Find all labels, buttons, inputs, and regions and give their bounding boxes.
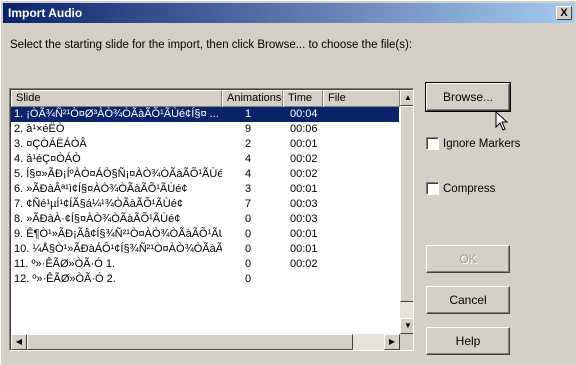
file-cell (323, 107, 399, 122)
time-cell: 00:02 (290, 258, 318, 270)
compress-label: Compress (443, 182, 496, 195)
table-row[interactable]: 5. Í§¤»ÃÐ¡ÍºÀÒ¤ÁÒ§Ñ¡¤ÀÒ¾ÒÃàÃÕ¹ÃÙé¢ 4 00:02 (11, 167, 399, 182)
animations-cell: 1 (245, 108, 252, 120)
vertical-scrollbar[interactable]: ▲ ▼ (400, 90, 413, 334)
time-cell: 00:03 (290, 213, 318, 225)
table-row[interactable]: 2. à¹×éËÒ 9 00:06 (11, 122, 399, 137)
vertical-scroll-thumb[interactable] (400, 106, 413, 302)
scroll-left-arrow-icon[interactable]: ◀ (11, 334, 27, 350)
column-header-slide[interactable]: Slide (11, 90, 222, 107)
file-cell (323, 122, 399, 137)
time-cell: 00:01 (290, 138, 318, 150)
slide-cell: 7. ¢Ñé¹µÍ¹¢ÍÃ§á¼¹¾ÒÃàÃÕ¹ÃÙé¢ (14, 198, 183, 210)
import-audio-dialog: Import Audio X Select the starting slide… (0, 0, 576, 365)
close-button[interactable]: X (556, 6, 572, 20)
table-row[interactable]: 8. »ÃÐàÀ·¢Í§¤ÀÒ¾ÒÃàÃÕ¹ÃÙé¢ 0 00:03 (11, 212, 399, 227)
table-row[interactable]: 10. ¼Å§Ò¹»ÃÐàÁÔ¹¢Í§¾Ñ²¹Ò¤ÀÒ¾ÒÃàÃÕ ... 0 00… (11, 242, 399, 257)
animations-cell: 0 (245, 228, 252, 240)
scroll-corner (400, 334, 413, 350)
time-cell: 00:06 (290, 123, 318, 135)
instructions-text: Select the starting slide for the import… (10, 39, 413, 51)
ignore-markers-label: Ignore Markers (443, 137, 521, 150)
cancel-button[interactable]: Cancel (426, 286, 510, 314)
file-cell (323, 137, 399, 152)
animations-cell: 3 (245, 183, 252, 195)
compress-option[interactable]: Compress (426, 182, 495, 195)
slide-list[interactable]: Slide Animations Time File 1. ¡ÒÃ¾Ñ²¹Ò¤Ø… (9, 88, 414, 351)
table-row[interactable]: 11. º»·ÊÃØ»ÒÃ·Ó 1. 0 00:02 (11, 257, 399, 272)
slide-cell: 10. ¼Å§Ò¹»ÃÐàÁÔ¹¢Í§¾Ñ²¹Ò¤ÀÒ¾ÒÃàÃÕ ... (14, 243, 222, 255)
ok-button[interactable]: OK (426, 245, 510, 273)
file-cell (323, 227, 399, 242)
browse-button[interactable]: Browse... (425, 82, 511, 112)
slide-cell: 9. Ê¶Ò¹»ÃÐ¡Ãå¢Í§¾Ñ²¹Ò¤ÀÒ¾ÒÃàÃÕ¹ÃÙé ... (14, 228, 222, 240)
time-cell: 00:02 (290, 153, 318, 165)
table-row[interactable]: 9. Ê¶Ò¹»ÃÐ¡Ãå¢Í§¾Ñ²¹Ò¤ÀÒ¾ÒÃàÃÕ¹ÃÙé ... 0 0… (11, 227, 399, 242)
table-row[interactable]: 12. º»·ÊÃØ»ÒÃ·Ó 2. 0 (11, 272, 399, 287)
ignore-markers-option[interactable]: Ignore Markers (426, 137, 520, 150)
file-cell (323, 152, 399, 167)
horizontal-scroll-thumb[interactable] (27, 334, 353, 350)
animations-cell: 4 (245, 153, 252, 165)
table-row[interactable]: 7. ¢Ñé¹µÍ¹¢ÍÃ§á¼¹¾ÒÃàÃÕ¹ÃÙé¢ 7 00:03 (11, 197, 399, 212)
file-cell (323, 182, 399, 197)
file-cell (323, 257, 399, 272)
time-cell (283, 272, 323, 287)
title-bar: Import Audio X (3, 3, 574, 23)
list-header: Slide Animations Time File (11, 90, 400, 107)
table-row[interactable]: 1. ¡ÒÃ¾Ñ²¹Ò¤Ø³ÀÒ¾ÒÃàÃÕ¹ÃÙé¢Í§¤ ... 1 00:04 (11, 107, 399, 122)
table-row[interactable]: 4. á¹éÇ¤ÒÁÒ 4 00:02 (11, 152, 399, 167)
table-row[interactable]: 3. ¤ÇÒÁËÁÒÂ 2 00:01 (11, 137, 399, 152)
animations-cell: 0 (245, 213, 252, 225)
scroll-right-arrow-icon[interactable]: ▶ (384, 334, 400, 350)
animations-cell: 0 (245, 258, 252, 270)
compress-checkbox[interactable] (426, 182, 439, 195)
slide-cell: 12. º»·ÊÃØ»ÒÃ·Ó 2. (14, 273, 116, 285)
file-cell (323, 167, 399, 182)
list-rows: 1. ¡ÒÃ¾Ñ²¹Ò¤Ø³ÀÒ¾ÒÃàÃÕ¹ÃÙé¢Í§¤ ... 1 00:04… (11, 107, 399, 334)
animations-cell: 2 (245, 138, 252, 150)
file-cell (323, 212, 399, 227)
slide-cell: 1. ¡ÒÃ¾Ñ²¹Ò¤Ø³ÀÒ¾ÒÃàÃÕ¹ÃÙé¢Í§¤ ... (14, 108, 219, 120)
slide-cell: 11. º»·ÊÃØ»ÒÃ·Ó 1. (14, 258, 116, 270)
time-cell: 00:01 (290, 243, 318, 255)
time-cell: 00:02 (290, 168, 318, 180)
slide-cell: 6. »ÃÐàÂª¹ì¢Í§¤ÀÒ¾ÒÃàÃÕ¹ÃÙé¢ (14, 183, 188, 195)
mouse-pointer-icon (495, 111, 509, 131)
table-row[interactable]: 6. »ÃÐàÂª¹ì¢Í§¤ÀÒ¾ÒÃàÃÕ¹ÃÙé¢ 3 00:01 (11, 182, 399, 197)
ignore-markers-checkbox[interactable] (426, 137, 439, 150)
file-cell (323, 272, 399, 287)
column-header-animations[interactable]: Animations (222, 90, 283, 107)
animations-cell: 0 (245, 243, 252, 255)
file-cell (323, 197, 399, 212)
animations-cell: 7 (245, 198, 252, 210)
animations-cell: 9 (245, 123, 252, 135)
column-header-file[interactable]: File (323, 90, 400, 107)
slide-cell: 2. à¹×éËÒ (14, 123, 65, 135)
scroll-down-arrow-icon[interactable]: ▼ (400, 318, 413, 334)
time-cell: 00:04 (290, 108, 318, 120)
slide-cell: 8. »ÃÐàÀ·¢Í§¤ÀÒ¾ÒÃàÃÕ¹ÃÙé¢ (14, 213, 181, 225)
column-header-time[interactable]: Time (283, 90, 323, 107)
time-cell: 00:01 (290, 183, 318, 195)
time-cell: 00:03 (290, 198, 318, 210)
horizontal-scrollbar[interactable]: ◀ ▶ (11, 334, 400, 350)
file-cell (323, 242, 399, 257)
animations-cell: 4 (245, 168, 252, 180)
slide-cell: 5. Í§¤»ÃÐ¡ÍºÀÒ¤ÁÒ§Ñ¡¤ÀÒ¾ÒÃàÃÕ¹ÃÙé¢ (14, 168, 222, 180)
window-title: Import Audio (8, 6, 83, 20)
slide-cell: 3. ¤ÇÒÁËÁÒÂ (14, 138, 87, 150)
slide-cell: 4. á¹éÇ¤ÒÁÒ (14, 153, 81, 165)
help-button[interactable]: Help (426, 327, 510, 355)
scroll-up-arrow-icon[interactable]: ▲ (400, 90, 413, 106)
time-cell: 00:01 (290, 228, 318, 240)
animations-cell: 0 (245, 273, 252, 285)
